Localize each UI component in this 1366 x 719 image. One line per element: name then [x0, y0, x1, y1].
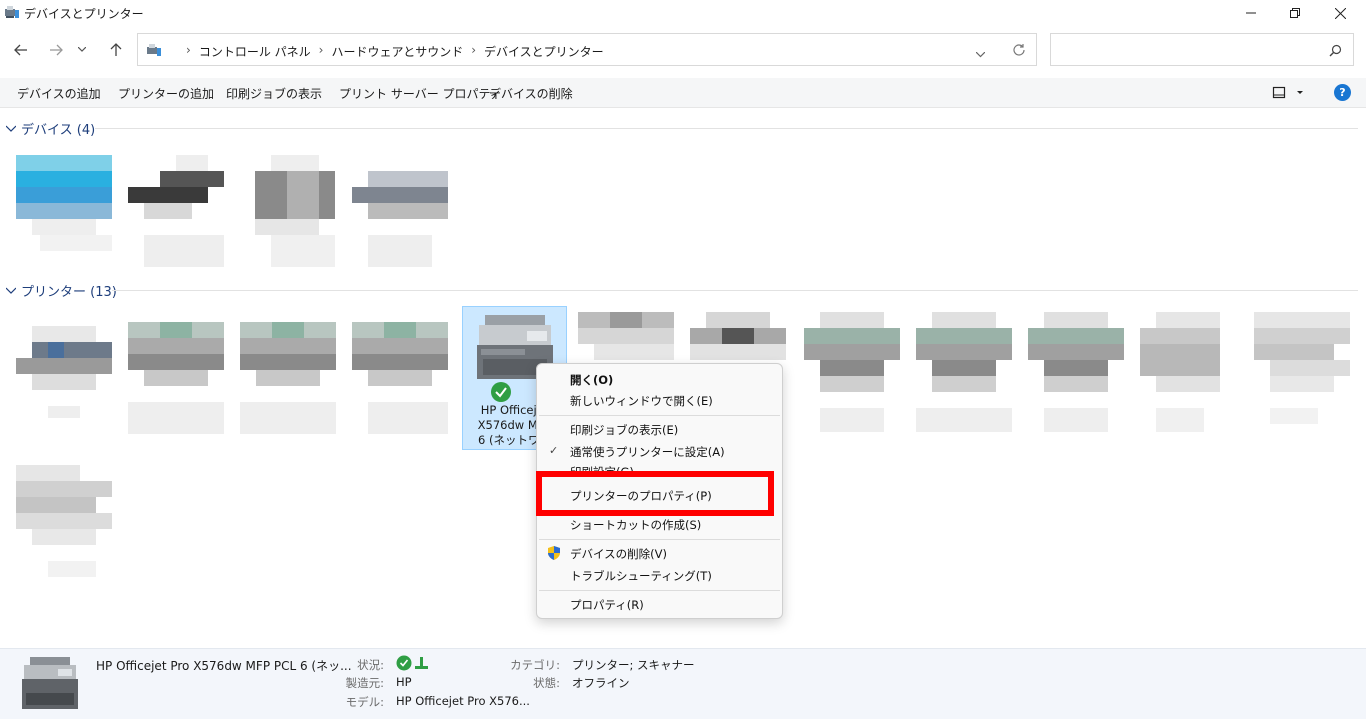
- remove-device-button[interactable]: デバイスの削除: [489, 85, 573, 102]
- minimize-icon: [1246, 12, 1256, 14]
- device-tile-blurred[interactable]: [128, 155, 228, 270]
- network-icon: [420, 657, 423, 667]
- add-printer-button[interactable]: プリンターの追加: [118, 85, 214, 102]
- printer-tile-blurred[interactable]: [16, 465, 116, 580]
- menu-item-open-new-window[interactable]: 新しいウィンドウで開く(E): [570, 393, 713, 409]
- menu-separator: [539, 539, 780, 540]
- devices-group-header[interactable]: デバイス (4): [6, 119, 95, 138]
- window-title: デバイスとプリンター: [24, 7, 144, 21]
- breadcrumb-separator-icon: ›: [471, 43, 477, 57]
- recent-locations-button[interactable]: [74, 38, 90, 62]
- printer-tile-blurred[interactable]: [1140, 312, 1240, 442]
- section-divider: [95, 128, 1358, 129]
- chevron-down-icon: [6, 287, 16, 294]
- printer-tile-blurred[interactable]: [16, 318, 116, 423]
- detail-status-key: 状況:: [357, 658, 384, 672]
- printer-tile-blurred[interactable]: [352, 322, 452, 452]
- detail-printer-name: HP Officejet Pro X576dw MFP PCL 6 (ネッ...: [96, 659, 352, 673]
- details-pane: HP Officejet Pro X576dw MFP PCL 6 (ネッ...…: [0, 648, 1366, 719]
- chevron-down-icon: [975, 51, 986, 58]
- device-tile-blurred[interactable]: [16, 155, 116, 270]
- annotation-highlight-box: [536, 471, 774, 516]
- address-dropdown-button[interactable]: [975, 47, 986, 61]
- device-tile-blurred[interactable]: [352, 155, 452, 270]
- search-icon: [1329, 44, 1342, 57]
- search-input[interactable]: [1050, 33, 1354, 66]
- minimize-button[interactable]: [1228, 0, 1274, 26]
- navigation-bar: › コントロール パネル › ハードウェアとサウンド › デバイスとプリンター: [0, 30, 1366, 70]
- printer-tile-blurred[interactable]: [128, 322, 228, 452]
- print-server-properties-button[interactable]: プリント サーバー プロパティ: [339, 85, 502, 102]
- help-icon[interactable]: ?: [1334, 84, 1351, 101]
- detail-model-key: モデル:: [345, 695, 384, 709]
- breadcrumb-hardware-sound[interactable]: ハードウェアとサウンド: [327, 43, 467, 60]
- printers-group-header[interactable]: プリンター (13): [6, 281, 117, 300]
- close-icon: [1334, 7, 1346, 19]
- detail-state-value: オフライン: [572, 676, 630, 690]
- view-print-jobs-button[interactable]: 印刷ジョブの表示: [226, 85, 322, 102]
- default-printer-check-icon: [491, 382, 511, 402]
- restore-button[interactable]: [1272, 0, 1318, 26]
- arrow-right-icon: [50, 44, 63, 56]
- breadcrumb: › コントロール パネル › ハードウェアとサウンド › デバイスとプリンター: [182, 43, 608, 60]
- restore-icon: [1290, 8, 1300, 18]
- up-button[interactable]: [104, 38, 128, 62]
- menu-separator: [539, 590, 780, 591]
- devices-group-label: デバイス (4): [21, 123, 96, 138]
- detail-state-key: 状態:: [533, 676, 560, 690]
- printer-tile-blurred[interactable]: [804, 312, 904, 442]
- breadcrumb-separator-icon: ›: [318, 43, 324, 57]
- detail-model-value: HP Officejet Pro X576...: [396, 694, 530, 708]
- chevron-down-icon: [6, 125, 16, 132]
- arrow-left-icon: [14, 44, 27, 56]
- menu-separator: [539, 415, 780, 416]
- menu-item-set-default[interactable]: 通常使うプリンターに設定(A): [570, 444, 725, 460]
- uac-shield-icon: [548, 546, 560, 560]
- menu-item-view-print-jobs[interactable]: 印刷ジョブの表示(E): [570, 422, 678, 438]
- devices-printers-icon: [5, 6, 19, 18]
- printer-tile-blurred[interactable]: [240, 322, 340, 452]
- view-options-button[interactable]: [1272, 86, 1304, 103]
- status-ok-icon: [396, 655, 412, 671]
- menu-item-troubleshoot[interactable]: トラブルシューティング(T): [570, 568, 712, 584]
- detail-maker-key: 製造元:: [345, 676, 384, 690]
- close-button[interactable]: [1317, 0, 1363, 26]
- menu-item-open[interactable]: 開く(O): [570, 372, 613, 388]
- breadcrumb-separator-icon: ›: [186, 43, 191, 57]
- chevron-down-icon: [78, 47, 86, 52]
- menu-item-create-shortcut[interactable]: ショートカットの作成(S): [570, 517, 701, 533]
- detail-category-value: プリンター; スキャナー: [572, 658, 695, 672]
- printer-tile-blurred[interactable]: [1028, 312, 1128, 442]
- printers-group-label: プリンター (13): [21, 285, 117, 300]
- check-icon: ✓: [549, 444, 559, 457]
- device-tile-blurred[interactable]: [255, 155, 355, 270]
- status-icons: [396, 655, 428, 671]
- control-panel-icon: [147, 44, 161, 56]
- printer-tile-blurred[interactable]: [916, 312, 1016, 442]
- title-bar: デバイスとプリンター: [0, 0, 1366, 28]
- view-layout-icon: [1272, 86, 1303, 99]
- command-bar: デバイスの追加 プリンターの追加 印刷ジョブの表示 プリント サーバー プロパテ…: [0, 78, 1366, 108]
- section-divider: [112, 290, 1358, 291]
- breadcrumb-devices-printers[interactable]: デバイスとプリンター: [480, 43, 608, 60]
- refresh-button[interactable]: [1012, 43, 1026, 60]
- menu-item-remove-device[interactable]: デバイスの削除(V): [570, 546, 667, 562]
- breadcrumb-control-panel[interactable]: コントロール パネル: [195, 43, 315, 60]
- arrow-up-icon: [110, 43, 122, 56]
- menu-item-properties[interactable]: プロパティ(R): [570, 597, 644, 613]
- detail-maker-value: HP: [396, 675, 412, 689]
- printer-tile-blurred[interactable]: [1254, 312, 1354, 442]
- refresh-icon: [1013, 44, 1025, 56]
- back-button[interactable]: [9, 38, 33, 62]
- forward-button[interactable]: [44, 38, 68, 62]
- add-device-button[interactable]: デバイスの追加: [17, 85, 101, 102]
- address-bar[interactable]: › コントロール パネル › ハードウェアとサウンド › デバイスとプリンター: [137, 33, 1037, 66]
- printer-thumbnail-icon: [22, 657, 78, 709]
- detail-category-key: カテゴリ:: [510, 658, 560, 672]
